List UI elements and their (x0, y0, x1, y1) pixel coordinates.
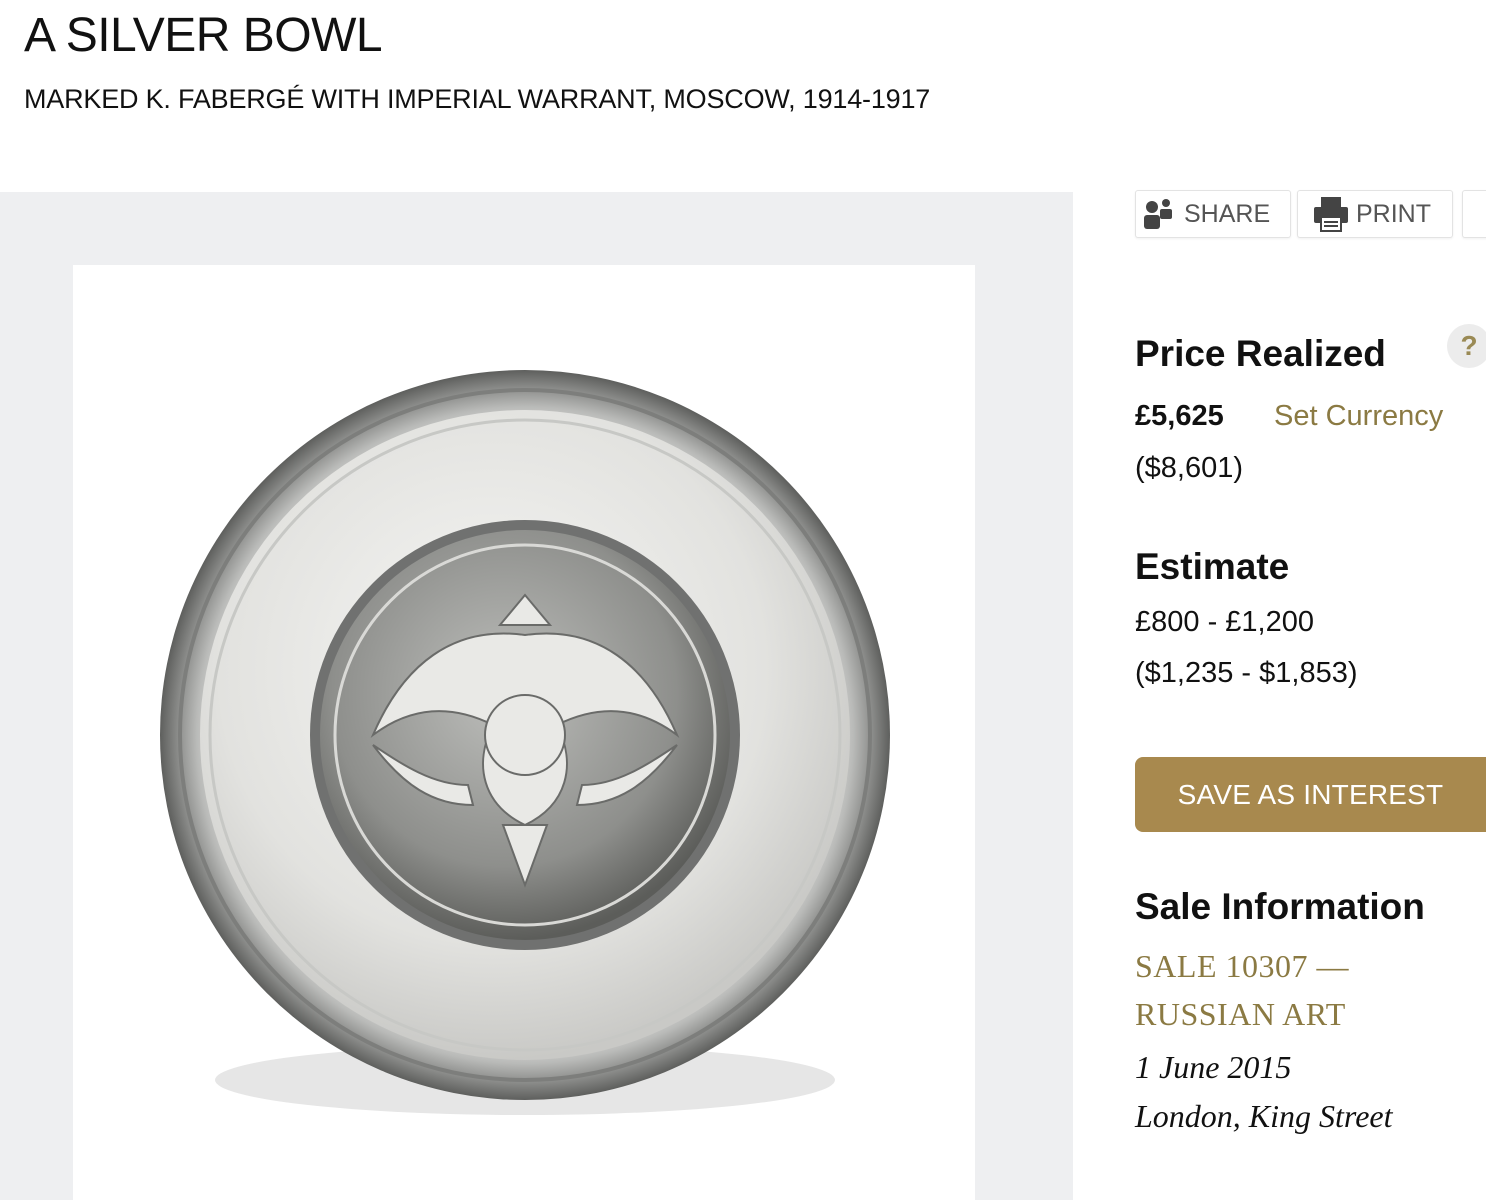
price-realized-heading: Price Realized (1135, 333, 1386, 374)
lot-image[interactable] (73, 265, 975, 1200)
sale-location: London, King Street (1135, 1098, 1393, 1134)
sale-link-line2[interactable]: RUSSIAN ART (1135, 996, 1346, 1033)
print-button[interactable]: PRINT (1297, 190, 1453, 238)
print-icon (1314, 197, 1348, 232)
estimate-usd: ($1,235 - $1,853) (1135, 657, 1358, 689)
print-label: PRINT (1356, 199, 1431, 228)
price-realized-usd: ($8,601) (1135, 452, 1244, 484)
price-realized-gbp: £5,625 (1135, 400, 1224, 432)
more-actions-button[interactable] (1462, 190, 1486, 238)
share-icon (1144, 199, 1172, 229)
sale-link-line1[interactable]: SALE 10307 — (1135, 948, 1349, 985)
share-button[interactable]: SHARE (1135, 190, 1291, 238)
share-label: SHARE (1184, 199, 1271, 228)
lot-title: A SILVER BOWL (24, 9, 383, 62)
lot-subtitle: MARKED K. FABERGÉ WITH IMPERIAL WARRANT,… (24, 84, 931, 114)
silver-bowl-image (160, 370, 890, 1115)
set-currency-link[interactable]: Set Currency (1274, 400, 1443, 433)
estimate-gbp: £800 - £1,200 (1135, 606, 1314, 638)
help-icon[interactable]: ? (1447, 324, 1486, 368)
save-as-interest-button[interactable]: SAVE AS INTEREST (1135, 757, 1486, 832)
estimate-heading: Estimate (1135, 546, 1290, 587)
sale-information-heading: Sale Information (1135, 886, 1425, 927)
sale-date: 1 June 2015 (1135, 1049, 1292, 1085)
image-gallery (0, 192, 1073, 1200)
